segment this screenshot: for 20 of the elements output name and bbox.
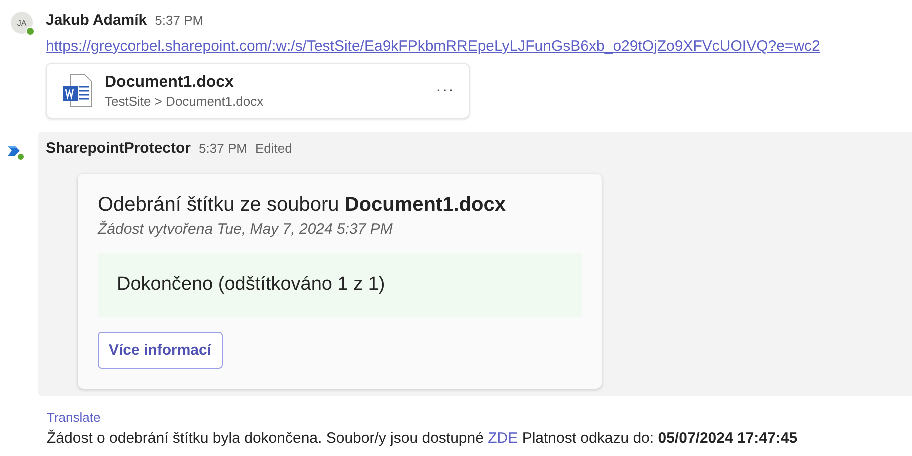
file-card[interactable]: Document1.docx TestSite > Document1.docx ···: [46, 63, 470, 119]
file-path: TestSite > Document1.docx: [105, 94, 265, 108]
edited-label: Edited: [255, 141, 292, 156]
author-name: SharepointProtector: [46, 140, 192, 157]
file-name: Document1.docx: [105, 74, 235, 92]
timestamp: 5:37 PM: [155, 13, 204, 28]
bot-icon: [7, 144, 21, 158]
link[interactable]: https://greycorbel.sharepoint.com/:w:/s/TestSite/Ea9kFPkbmRREpeLyLJFunGsB6xb_o29tOjZo9XFVcUOIVQ?e=wc2: [46, 38, 912, 55]
author-name: Jakub Adamík: [46, 12, 148, 29]
word-document-icon: [63, 74, 93, 108]
more-button[interactable]: ···: [436, 82, 455, 100]
more-info-button[interactable]: Více informací: [98, 332, 223, 369]
translate-link[interactable]: Translate: [47, 410, 912, 425]
card-subtitle: Žádost vytvořena Tue, May 7, 2024 5:37 PM: [98, 221, 394, 238]
message-text: Žádost o odebrání štítku byla dokončena. Soubor/y jsou dostupné ZDE Platnost odkazu do: 05/07/2024 17:47:45: [47, 430, 799, 447]
timestamp: 5:37 PM: [199, 141, 248, 156]
link[interactable]: ZDE: [488, 430, 518, 447]
card-title: Odebrání štítku ze souboru Document1.docx: [98, 194, 507, 217]
status-message: Dokončeno (odštítkováno 1 z 1): [98, 253, 582, 317]
avatar[interactable]: JA: [11, 12, 33, 34]
